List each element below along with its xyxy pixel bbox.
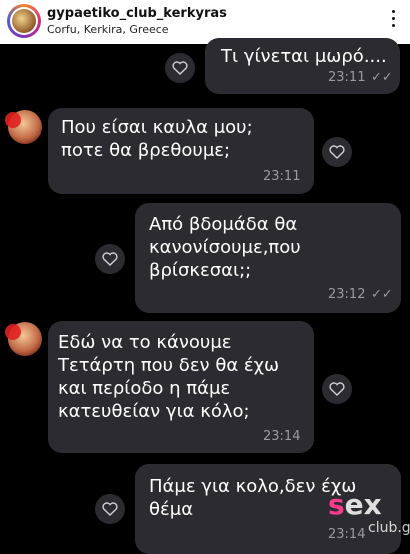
watermark-logo: sex club.gr	[328, 488, 410, 536]
message-text: Εδώ να το κάνουμε	[58, 332, 232, 353]
message-text: Τι γίνεται μωρό....	[221, 46, 387, 67]
message-text: Από βδομάδα θα	[149, 214, 298, 235]
profile-username[interactable]: gypaetiko_club_kerkyras	[47, 6, 227, 21]
message-text: και περίοδο η πάμε	[58, 378, 231, 399]
message-text: θέμα	[149, 499, 194, 520]
message-text: βρίσκεσαι;;	[149, 260, 252, 281]
message-time: 23:12	[328, 287, 366, 302]
message-bubble-outgoing[interactable]: Από βδομάδα θα κανονίσουμε,που βρίσκεσαι…	[135, 203, 401, 313]
reaction-heart-icon[interactable]	[322, 374, 352, 404]
reaction-heart-icon[interactable]	[95, 244, 125, 274]
read-receipt-icon: ✓✓	[371, 70, 393, 85]
profile-avatar[interactable]	[7, 4, 41, 38]
message-thread[interactable]: Τι γίνεται μωρό.... 23:11 ✓✓ Που είσαι κ…	[0, 38, 410, 554]
message-text: ποτε θα βρεθουμε;	[61, 140, 231, 161]
message-text: Που είσαι καυλα μου;	[61, 117, 253, 138]
message-text: κατευθείαν για κόλο;	[58, 401, 250, 422]
read-receipt-icon: ✓✓	[371, 287, 393, 302]
message-time: 23:14	[263, 429, 301, 444]
message-bubble-incoming[interactable]: Εδώ να το κάνουμε Τετάρτη που δεν θα έχω…	[48, 321, 314, 453]
reaction-heart-icon[interactable]	[95, 494, 125, 524]
contact-avatar[interactable]	[5, 322, 42, 356]
message-text: Τετάρτη που δεν θα έχω	[58, 355, 280, 376]
profile-location: Corfu, Kerkira, Greece	[47, 23, 169, 36]
message-bubble-outgoing[interactable]: Τι γίνεται μωρό.... 23:11 ✓✓	[205, 38, 400, 94]
message-time: 23:11	[328, 70, 366, 85]
reaction-heart-icon[interactable]	[165, 53, 195, 83]
message-text: κανονίσουμε,που	[149, 237, 301, 258]
message-time: 23:11	[263, 169, 301, 184]
more-vertical-icon[interactable]	[388, 10, 398, 32]
reaction-heart-icon[interactable]	[322, 137, 352, 167]
message-bubble-incoming[interactable]: Που είσαι καυλα μου; ποτε θα βρεθουμε; 2…	[48, 108, 314, 194]
contact-avatar[interactable]	[5, 110, 42, 144]
